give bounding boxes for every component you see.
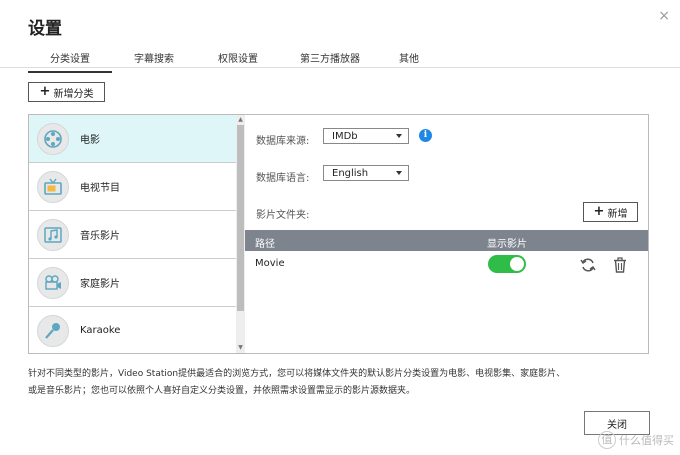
category-label: 电影 — [80, 135, 100, 146]
category-label: 家庭影片 — [80, 279, 120, 290]
microphone-icon — [37, 314, 69, 347]
camcorder-icon — [37, 266, 69, 299]
category-settings-panel: 数据库来源: IMDb i 数据库语言: English 影片文件夹: + 新增… — [245, 114, 649, 354]
add-category-button[interactable]: + 新增分类 — [28, 82, 105, 102]
watermark-text: 什么值得买 — [619, 434, 674, 447]
scrollbar-thumb[interactable] — [237, 125, 244, 311]
folder-table-header: 路径 显示影片 — [245, 230, 648, 251]
category-item-tv[interactable]: 电视节目 — [29, 163, 236, 211]
chevron-down-icon — [396, 134, 402, 138]
category-item-music[interactable]: 音乐影片 — [29, 211, 236, 259]
description-line-1: 针对不同类型的影片，Video Station提供最适合的浏览方式，您可以将媒体… — [28, 369, 566, 379]
description-text: 针对不同类型的影片，Video Station提供最适合的浏览方式，您可以将媒体… — [28, 366, 658, 400]
description-line-2: 或是音乐影片；您也可以依照个人喜好自定义分类设置，并依照需求设置需显示的影片源数… — [28, 386, 416, 396]
category-item-movie[interactable]: 电影 — [29, 115, 236, 163]
db-language-value: English — [332, 167, 369, 179]
toggle-knob — [510, 257, 524, 271]
close-icon[interactable]: × — [658, 8, 670, 24]
db-language-label: 数据库语言: — [256, 173, 310, 184]
add-folder-button[interactable]: + 新增 — [583, 202, 638, 222]
scroll-down-icon[interactable]: ▼ — [237, 344, 244, 352]
info-icon[interactable]: i — [419, 129, 432, 142]
music-icon — [37, 218, 69, 251]
category-list: 电影 电视节目 音乐影片 家庭影片 Karaoke ▲ ▼ — [28, 114, 246, 354]
chevron-down-icon — [396, 171, 402, 175]
category-label: 音乐影片 — [80, 231, 120, 242]
add-folder-label: 新增 — [607, 208, 628, 220]
show-videos-toggle[interactable] — [488, 255, 526, 273]
tab-permission-settings[interactable]: 权限设置 — [196, 48, 280, 73]
trash-icon[interactable] — [611, 256, 629, 274]
tv-icon — [37, 170, 69, 203]
tab-category-settings[interactable]: 分类设置 — [28, 48, 112, 73]
plus-icon: + — [593, 204, 605, 219]
refresh-icon[interactable] — [579, 256, 597, 274]
plus-icon: + — [39, 84, 51, 99]
db-source-select[interactable]: IMDb — [323, 128, 409, 144]
tab-subtitle-search[interactable]: 字幕搜索 — [112, 48, 196, 73]
add-category-label: 新增分类 — [53, 88, 94, 100]
tab-third-party-player[interactable]: 第三方播放器 — [280, 48, 380, 73]
db-source-value: IMDb — [332, 130, 358, 142]
category-item-karaoke[interactable]: Karaoke — [29, 307, 236, 353]
scroll-up-icon[interactable]: ▲ — [237, 116, 244, 124]
tab-divider — [0, 67, 680, 68]
folder-path: Movie — [255, 258, 285, 269]
folder-label: 影片文件夹: — [256, 210, 310, 221]
column-header-path: 路径 — [255, 239, 275, 250]
db-language-select[interactable]: English — [323, 165, 409, 181]
settings-dialog: 设置 × 分类设置 字幕搜索 权限设置 第三方播放器 其他 + 新增分类 电影 … — [0, 0, 680, 455]
category-label: Karaoke — [80, 325, 121, 336]
column-header-show: 显示影片 — [487, 239, 527, 250]
dialog-title: 设置 — [28, 19, 62, 39]
tab-bar: 分类设置 字幕搜索 权限设置 第三方播放器 其他 — [28, 48, 438, 73]
db-source-label: 数据库来源: — [256, 136, 310, 147]
watermark: 值 什么值得买 — [598, 431, 674, 449]
category-item-home-video[interactable]: 家庭影片 — [29, 259, 236, 307]
film-reel-icon — [37, 122, 69, 155]
category-label: 电视节目 — [80, 183, 120, 194]
tab-other[interactable]: 其他 — [380, 48, 438, 73]
table-row: Movie — [245, 252, 648, 278]
watermark-icon: 值 — [598, 431, 616, 449]
category-scrollbar[interactable]: ▲ ▼ — [236, 115, 245, 353]
